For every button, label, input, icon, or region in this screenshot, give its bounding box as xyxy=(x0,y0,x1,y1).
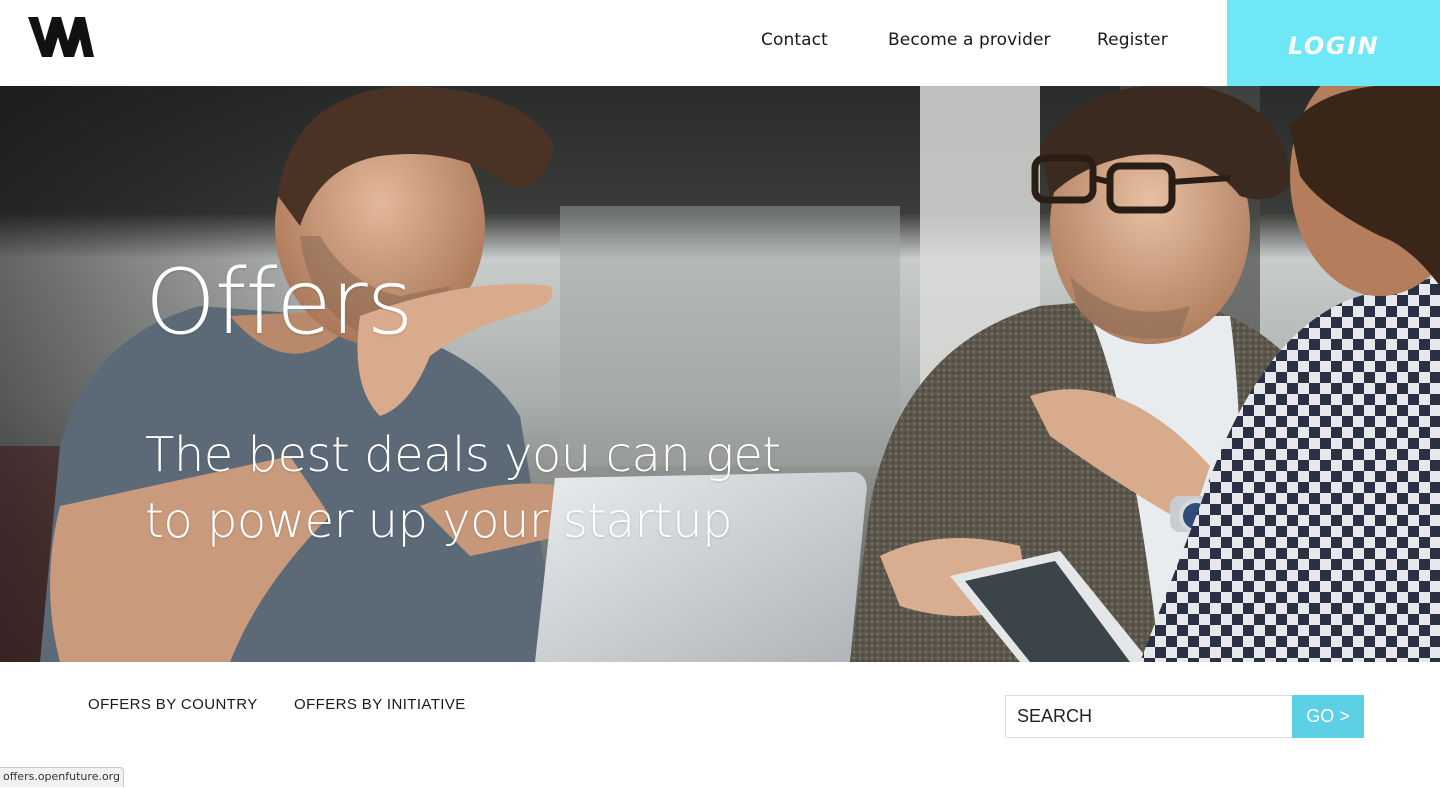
wm-logo[interactable] xyxy=(28,17,94,57)
nav-link-become-provider[interactable]: Become a provider xyxy=(888,30,1051,50)
hero-subtitle: The best deals you can get to power up y… xyxy=(145,427,781,549)
go-button[interactable]: GO > xyxy=(1292,695,1364,738)
offers-by-initiative-link[interactable]: OFFERS BY INITIATIVE xyxy=(294,696,466,713)
login-button[interactable]: LOGIN xyxy=(1227,0,1440,86)
nav-link-register[interactable]: Register xyxy=(1097,30,1168,50)
hero-title: Offers xyxy=(145,250,413,355)
hero-banner: Offers The best deals you can get to pow… xyxy=(0,86,1440,662)
hero-photo xyxy=(0,86,1440,662)
status-bar-url: offers.openfuture.org xyxy=(0,767,124,787)
offers-by-country-link[interactable]: OFFERS BY COUNTRY xyxy=(88,696,258,713)
top-navigation-bar: Contact Become a provider Register LOGIN xyxy=(0,0,1440,86)
filter-bar: OFFERS BY COUNTRY OFFERS BY INITIATIVE G… xyxy=(0,662,1440,788)
search-input[interactable] xyxy=(1005,695,1293,738)
nav-link-contact[interactable]: Contact xyxy=(761,30,828,50)
